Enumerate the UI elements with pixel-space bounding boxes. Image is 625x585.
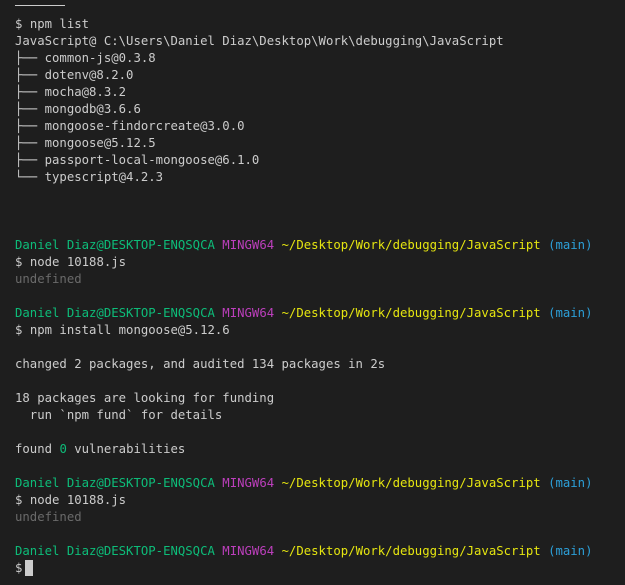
prompt-path: ~/Desktop/Work/debugging/JavaScript: [281, 476, 541, 490]
prompt-system: MINGW64: [222, 544, 275, 558]
prompt-symbol: $: [15, 17, 23, 31]
prompt-path: ~/Desktop/Work/debugging/JavaScript: [281, 238, 541, 252]
prompt-line: Daniel Diaz@DESKTOP-ENQSQCA MINGW64 ~/De…: [15, 475, 625, 492]
prompt-line: Daniel Diaz@DESKTOP-ENQSQCA MINGW64 ~/De…: [15, 543, 625, 560]
output-undefined: undefined: [15, 510, 82, 524]
prompt-system: MINGW64: [222, 476, 275, 490]
output-funding: 18 packages are looking for funding: [15, 391, 275, 405]
prompt-path: ~/Desktop/Work/debugging/JavaScript: [281, 544, 541, 558]
dependency-item: ├── common-js@0.3.8: [15, 51, 156, 65]
scroll-edge-line: [15, 5, 65, 6]
command-line: $ npm install mongoose@5.12.6: [15, 322, 625, 339]
output-vulnerabilities: found 0 vulnerabilities: [15, 441, 625, 458]
prompt-user-host: Daniel Diaz@DESKTOP-ENQSQCA: [15, 544, 215, 558]
dependency-item: ├── mongoose-findorcreate@3.0.0: [15, 119, 245, 133]
prompt-symbol: $: [15, 323, 23, 337]
prompt-branch: (main): [548, 476, 593, 490]
prompt-symbol: $: [15, 493, 23, 507]
command-text: npm list: [29, 17, 90, 31]
dependency-item: ├── passport-local-mongoose@6.1.0: [15, 153, 260, 167]
dependency-item: ├── mongodb@3.6.6: [15, 102, 141, 116]
text-cursor[interactable]: [25, 560, 34, 576]
output-funding-hint: run `npm fund` for details: [15, 408, 223, 422]
dependency-item: ├── dotenv@8.2.0: [15, 68, 134, 82]
prompt-branch: (main): [548, 238, 593, 252]
prompt-system: MINGW64: [222, 238, 275, 252]
dependency-item: └── typescript@4.2.3: [15, 170, 164, 184]
command-line: $ npm list: [15, 16, 625, 33]
prompt-line: Daniel Diaz@DESKTOP-ENQSQCA MINGW64 ~/De…: [15, 305, 625, 322]
terminal-window[interactable]: $ npm list JavaScript@ C:\Users\Daniel D…: [0, 0, 625, 585]
command-text: node 10188.js: [29, 493, 127, 507]
command-line: $ node 10188.js: [15, 254, 625, 271]
prompt-line: Daniel Diaz@DESKTOP-ENQSQCA MINGW64 ~/De…: [15, 237, 625, 254]
prompt-user-host: Daniel Diaz@DESKTOP-ENQSQCA: [15, 238, 215, 252]
dependency-item: ├── mocha@8.3.2: [15, 85, 127, 99]
active-input-line[interactable]: $: [15, 560, 625, 577]
found-prefix: found: [15, 442, 53, 456]
output-changed: changed 2 packages, and audited 134 pack…: [15, 357, 386, 371]
npm-list-root: JavaScript@ C:\Users\Daniel Diaz\Desktop…: [15, 34, 504, 48]
prompt-branch: (main): [548, 306, 593, 320]
command-text: node 10188.js: [29, 255, 127, 269]
dependency-item: ├── mongoose@5.12.5: [15, 136, 156, 150]
prompt-branch: (main): [548, 544, 593, 558]
prompt-symbol: $: [15, 255, 23, 269]
prompt-symbol: $: [15, 561, 23, 575]
found-suffix: vulnerabilities: [74, 442, 186, 456]
prompt-path: ~/Desktop/Work/debugging/JavaScript: [281, 306, 541, 320]
output-undefined: undefined: [15, 272, 82, 286]
command-text: npm install mongoose@5.12.6: [29, 323, 230, 337]
prompt-user-host: Daniel Diaz@DESKTOP-ENQSQCA: [15, 476, 215, 490]
command-line: $ node 10188.js: [15, 492, 625, 509]
vulnerability-count: 0: [59, 442, 67, 456]
prompt-system: MINGW64: [222, 306, 275, 320]
prompt-user-host: Daniel Diaz@DESKTOP-ENQSQCA: [15, 306, 215, 320]
